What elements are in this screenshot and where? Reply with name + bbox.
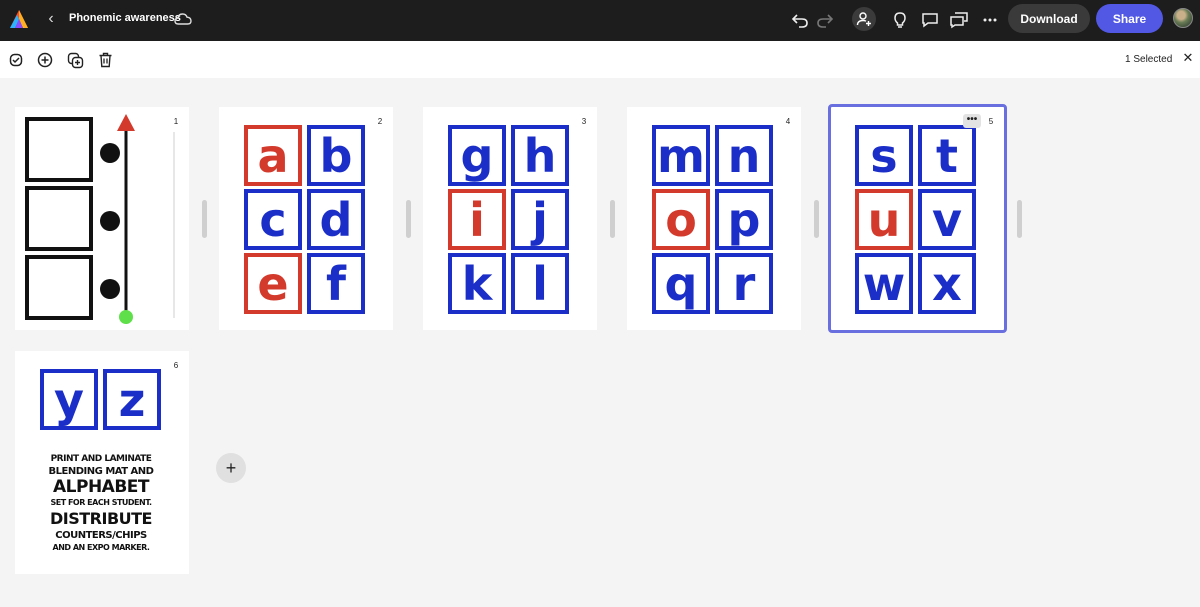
page-thumbnail-1[interactable]: 1 bbox=[15, 107, 189, 330]
letter-card: c bbox=[244, 189, 302, 250]
page-resize-handle[interactable] bbox=[814, 200, 819, 238]
letter-card: j bbox=[511, 189, 569, 250]
redo-icon[interactable] bbox=[814, 9, 836, 31]
page-resize-handle[interactable] bbox=[406, 200, 411, 238]
letter-card: k bbox=[448, 253, 506, 314]
invite-user-icon[interactable] bbox=[852, 7, 876, 31]
page-number: 3 bbox=[577, 115, 591, 129]
add-icon[interactable] bbox=[36, 51, 54, 69]
letter-card: e bbox=[244, 253, 302, 314]
share-button[interactable]: Share bbox=[1096, 4, 1163, 33]
letter-card: f bbox=[307, 253, 365, 314]
letter-card: p bbox=[715, 189, 773, 250]
cloud-icon[interactable] bbox=[174, 11, 192, 27]
trash-icon[interactable] bbox=[96, 51, 114, 69]
letter-card: r bbox=[715, 253, 773, 314]
more-icon[interactable] bbox=[979, 9, 1001, 31]
letter-card: b bbox=[307, 125, 365, 186]
letter-card: o bbox=[652, 189, 710, 250]
page-resize-handle[interactable] bbox=[1017, 200, 1022, 238]
page-thumbnail-2[interactable]: a b c d e f 2 bbox=[219, 107, 393, 330]
chat-icon[interactable] bbox=[948, 9, 970, 31]
page-toolbar: 1 Selected ✕ bbox=[0, 41, 1200, 78]
instruction-line: PRINT AND LAMINATE bbox=[50, 454, 152, 464]
page-resize-handle[interactable] bbox=[610, 200, 615, 238]
page-number: 5 bbox=[988, 117, 994, 126]
page-resize-handle[interactable] bbox=[202, 200, 207, 238]
page-thumbnail-3[interactable]: g h i j k l 3 bbox=[423, 107, 597, 330]
letter-card: i bbox=[448, 189, 506, 250]
document-title[interactable]: Phonemic awareness bbox=[69, 12, 181, 24]
selection-status: 1 Selected bbox=[1125, 54, 1173, 65]
avatar[interactable] bbox=[1173, 8, 1193, 28]
undo-icon[interactable] bbox=[789, 9, 811, 31]
duplicate-icon[interactable] bbox=[66, 51, 84, 69]
close-icon[interactable]: ✕ bbox=[1181, 51, 1195, 65]
instruction-line: BLENDING MAT AND bbox=[48, 466, 154, 477]
blending-mat-graphic bbox=[25, 114, 175, 324]
letter-card: l bbox=[511, 253, 569, 314]
page-number: 2 bbox=[373, 115, 387, 129]
chevron-left-icon[interactable]: ‹ bbox=[43, 10, 59, 28]
letter-card: h bbox=[511, 125, 569, 186]
top-bar: ‹ Phonemic awareness Download Share bbox=[0, 0, 1200, 41]
page-number: 4 bbox=[781, 115, 795, 129]
page-more-button[interactable]: ••• bbox=[963, 114, 981, 128]
page-thumbnail-6[interactable]: y z PRINT AND LAMINATE BLENDING MAT AND … bbox=[15, 351, 189, 574]
select-all-icon[interactable] bbox=[7, 51, 25, 69]
letter-card: q bbox=[652, 253, 710, 314]
instruction-line: ALPHABET bbox=[53, 477, 150, 497]
letter-card: d bbox=[307, 189, 365, 250]
instruction-line: DISTRIBUTE bbox=[50, 509, 152, 528]
download-button[interactable]: Download bbox=[1008, 4, 1090, 33]
letter-card: a bbox=[244, 125, 302, 186]
page-thumbnail-4[interactable]: m n o p q r 4 bbox=[627, 107, 801, 330]
page-number: 1 bbox=[169, 115, 183, 129]
add-page-button[interactable]: + bbox=[216, 453, 246, 483]
page-number: 6 bbox=[169, 359, 183, 373]
letter-card: n bbox=[715, 125, 773, 186]
selection-outline bbox=[828, 104, 1007, 333]
lightbulb-icon[interactable] bbox=[889, 9, 911, 31]
instruction-line: COUNTERS/CHIPS bbox=[55, 530, 147, 541]
instruction-line: AND AN EXPO MARKER. bbox=[52, 543, 150, 552]
comment-icon[interactable] bbox=[919, 9, 941, 31]
letter-card: y bbox=[40, 369, 98, 430]
letter-card: z bbox=[103, 369, 161, 430]
instruction-line: SET FOR EACH STUDENT. bbox=[50, 498, 152, 507]
adobe-express-logo[interactable] bbox=[9, 9, 29, 29]
letter-card: m bbox=[652, 125, 710, 186]
letter-card: g bbox=[448, 125, 506, 186]
